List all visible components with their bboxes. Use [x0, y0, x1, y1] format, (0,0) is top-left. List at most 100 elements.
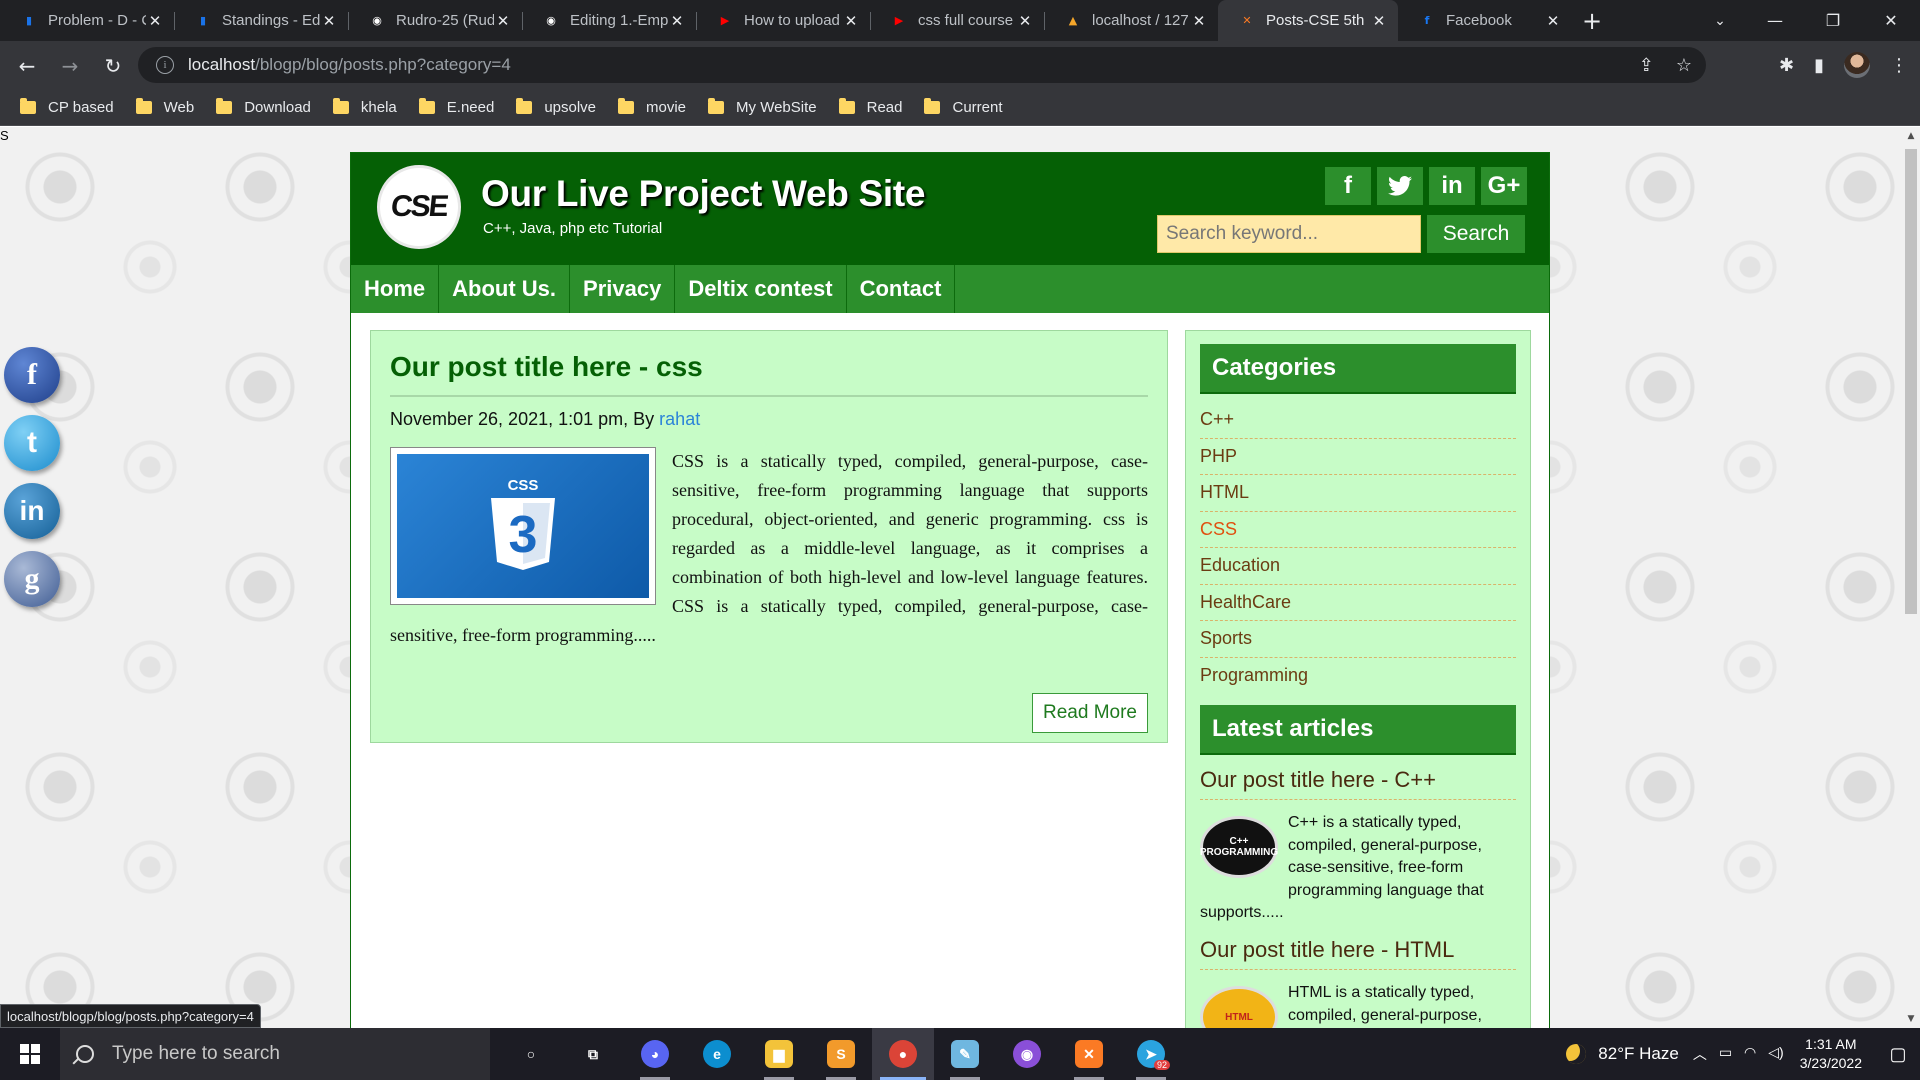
- bookmark-folder[interactable]: Download: [216, 98, 311, 116]
- category-item[interactable]: Education: [1200, 548, 1516, 585]
- category-item[interactable]: PHP: [1200, 439, 1516, 475]
- post-author-link[interactable]: rahat: [659, 409, 700, 429]
- browser-tab[interactable]: ▶ How to upload ✕: [696, 0, 870, 41]
- nav-contact[interactable]: Contact: [847, 265, 956, 313]
- extensions-icon[interactable]: ✱: [1779, 55, 1794, 76]
- share-twitter-icon[interactable]: t: [4, 415, 60, 471]
- close-tab-icon[interactable]: ✕: [1016, 12, 1034, 30]
- taskbar-search[interactable]: Type here to search: [60, 1028, 490, 1080]
- restore-icon[interactable]: ❐: [1804, 0, 1862, 41]
- scroll-up-icon[interactable]: ▲: [1902, 127, 1920, 145]
- taskbar-app[interactable]: ✎: [934, 1028, 996, 1080]
- bookmark-folder[interactable]: Current: [924, 98, 1003, 116]
- browser-tab[interactable]: f Facebook ✕: [1398, 0, 1572, 41]
- address-url[interactable]: localhost/blogp/blog/posts.php?category=…: [188, 55, 511, 75]
- minimize-icon[interactable]: —: [1746, 0, 1804, 41]
- browser-tab[interactable]: ◉Rudro-25 (Rudro)✕: [348, 0, 522, 41]
- taskbar-app[interactable]: ◉: [996, 1028, 1058, 1080]
- close-tab-icon[interactable]: ✕: [842, 12, 860, 30]
- browser-tab[interactable]: ▲ localhost / 127 ✕: [1044, 0, 1218, 41]
- browser-tab[interactable]: ▮Standings - Educational✕: [174, 0, 348, 41]
- profile-avatar[interactable]: [1844, 52, 1870, 78]
- read-more-button[interactable]: Read More: [1032, 693, 1148, 733]
- taskbar-app[interactable]: ◕: [624, 1028, 686, 1080]
- close-tab-icon[interactable]: ✕: [1190, 12, 1208, 30]
- clock[interactable]: 1:31 AM 3/23/2022: [1800, 1035, 1862, 1073]
- reload-icon[interactable]: ↻: [97, 50, 129, 82]
- bookmark-folder[interactable]: CP based: [20, 98, 114, 116]
- cpp-thumbnail[interactable]: C++ PROGRAMMING: [1200, 816, 1278, 878]
- linkedin-icon[interactable]: in: [1429, 167, 1475, 205]
- twitter-icon[interactable]: [1377, 167, 1423, 205]
- nav-privacy[interactable]: Privacy: [570, 265, 676, 313]
- nav-home[interactable]: Home: [351, 265, 440, 313]
- close-tab-icon[interactable]: ✕: [320, 12, 338, 30]
- category-item[interactable]: C++: [1200, 402, 1516, 439]
- page-scrollbar[interactable]: ▲ ▼: [1902, 127, 1920, 1028]
- bookmark-folder[interactable]: khela: [332, 98, 397, 116]
- post-image[interactable]: CSS 3: [390, 447, 656, 605]
- category-item[interactable]: Programming: [1200, 658, 1516, 695]
- search-button[interactable]: Search: [1427, 215, 1525, 253]
- battery-icon[interactable]: ▭: [1719, 1044, 1732, 1064]
- facebook-icon[interactable]: f: [1325, 167, 1371, 205]
- latest-article-title[interactable]: Our post title here - HTML: [1200, 937, 1516, 970]
- category-item[interactable]: HTML: [1200, 475, 1516, 512]
- nav-deltix-contest[interactable]: Deltix contest: [675, 265, 847, 313]
- forward-icon[interactable]: →: [54, 50, 86, 82]
- volume-icon[interactable]: ◁): [1768, 1044, 1783, 1064]
- taskbar-app[interactable]: ⧉: [562, 1028, 624, 1080]
- close-tab-icon[interactable]: ✕: [146, 12, 164, 30]
- post-title[interactable]: Our post title here - css: [390, 351, 1148, 397]
- close-window-icon[interactable]: ✕: [1862, 0, 1920, 41]
- browser-tab[interactable]: ▶ css full course ✕: [870, 0, 1044, 41]
- share-icon[interactable]: ⇪: [1639, 55, 1654, 76]
- taskbar-app[interactable]: ✕: [1058, 1028, 1120, 1080]
- category-item[interactable]: CSS: [1200, 512, 1516, 548]
- nav-about-us[interactable]: About Us.: [439, 265, 571, 313]
- share-google-icon[interactable]: g: [4, 551, 60, 607]
- category-item[interactable]: Sports: [1200, 621, 1516, 658]
- browser-tab[interactable]: ✕ Posts-CSE 5th ✕: [1218, 0, 1398, 41]
- category-item[interactable]: HealthCare: [1200, 585, 1516, 621]
- share-facebook-icon[interactable]: f: [4, 347, 60, 403]
- close-tab-icon[interactable]: ✕: [1370, 12, 1388, 30]
- close-tab-icon[interactable]: ✕: [668, 12, 686, 30]
- site-logo[interactable]: CSE: [377, 165, 461, 249]
- close-tab-icon[interactable]: ✕: [494, 12, 512, 30]
- wifi-icon[interactable]: ◠: [1744, 1044, 1756, 1064]
- bookmark-folder[interactable]: Read: [838, 98, 902, 116]
- search-input[interactable]: [1157, 215, 1421, 253]
- close-tab-icon[interactable]: ✕: [1544, 12, 1562, 30]
- bookmark-folder[interactable]: My WebSite: [708, 98, 817, 116]
- notification-center-icon[interactable]: ▢: [1876, 1028, 1920, 1080]
- taskbar-app[interactable]: ○: [500, 1028, 562, 1080]
- side-panel-icon[interactable]: ▮: [1814, 55, 1824, 76]
- new-tab-icon[interactable]: +: [1572, 0, 1612, 41]
- tray-chevron-icon[interactable]: ︿: [1693, 1044, 1707, 1064]
- taskbar-app[interactable]: ➤ 92: [1120, 1028, 1182, 1080]
- site-info-icon[interactable]: i: [156, 56, 174, 74]
- taskbar-app[interactable]: ▆: [748, 1028, 810, 1080]
- bookmark-folder[interactable]: Web: [135, 98, 194, 116]
- taskbar-app[interactable]: e: [686, 1028, 748, 1080]
- scroll-down-icon[interactable]: ▼: [1902, 1010, 1920, 1028]
- latest-article-title[interactable]: Our post title here - C++: [1200, 767, 1516, 800]
- scrollbar-thumb[interactable]: [1905, 149, 1917, 614]
- google-plus-icon[interactable]: G+: [1481, 167, 1527, 205]
- bookmark-folder[interactable]: upsolve: [516, 98, 596, 116]
- share-linkedin-icon[interactable]: in: [4, 483, 60, 539]
- bookmark-folder[interactable]: E.need: [418, 98, 494, 116]
- bookmark-star-icon[interactable]: ☆: [1676, 55, 1692, 76]
- address-bar[interactable]: i localhost/blogp/blog/posts.php?categor…: [138, 47, 1706, 83]
- weather-widget[interactable]: 82°F Haze: [1566, 1044, 1679, 1064]
- back-icon[interactable]: ←: [11, 50, 43, 82]
- html-thumbnail[interactable]: HTML: [1200, 986, 1278, 1028]
- chrome-menu-icon[interactable]: ⋮: [1890, 55, 1908, 76]
- taskbar-app[interactable]: S: [810, 1028, 872, 1080]
- taskbar-app[interactable]: ●: [872, 1028, 934, 1080]
- start-button[interactable]: [0, 1028, 60, 1080]
- browser-tab[interactable]: ◉Editing 1.-Empty✕: [522, 0, 696, 41]
- browser-tab[interactable]: ▮Problem - D - Codeforces✕: [0, 0, 174, 41]
- tab-search-icon[interactable]: ⌄: [1708, 0, 1732, 41]
